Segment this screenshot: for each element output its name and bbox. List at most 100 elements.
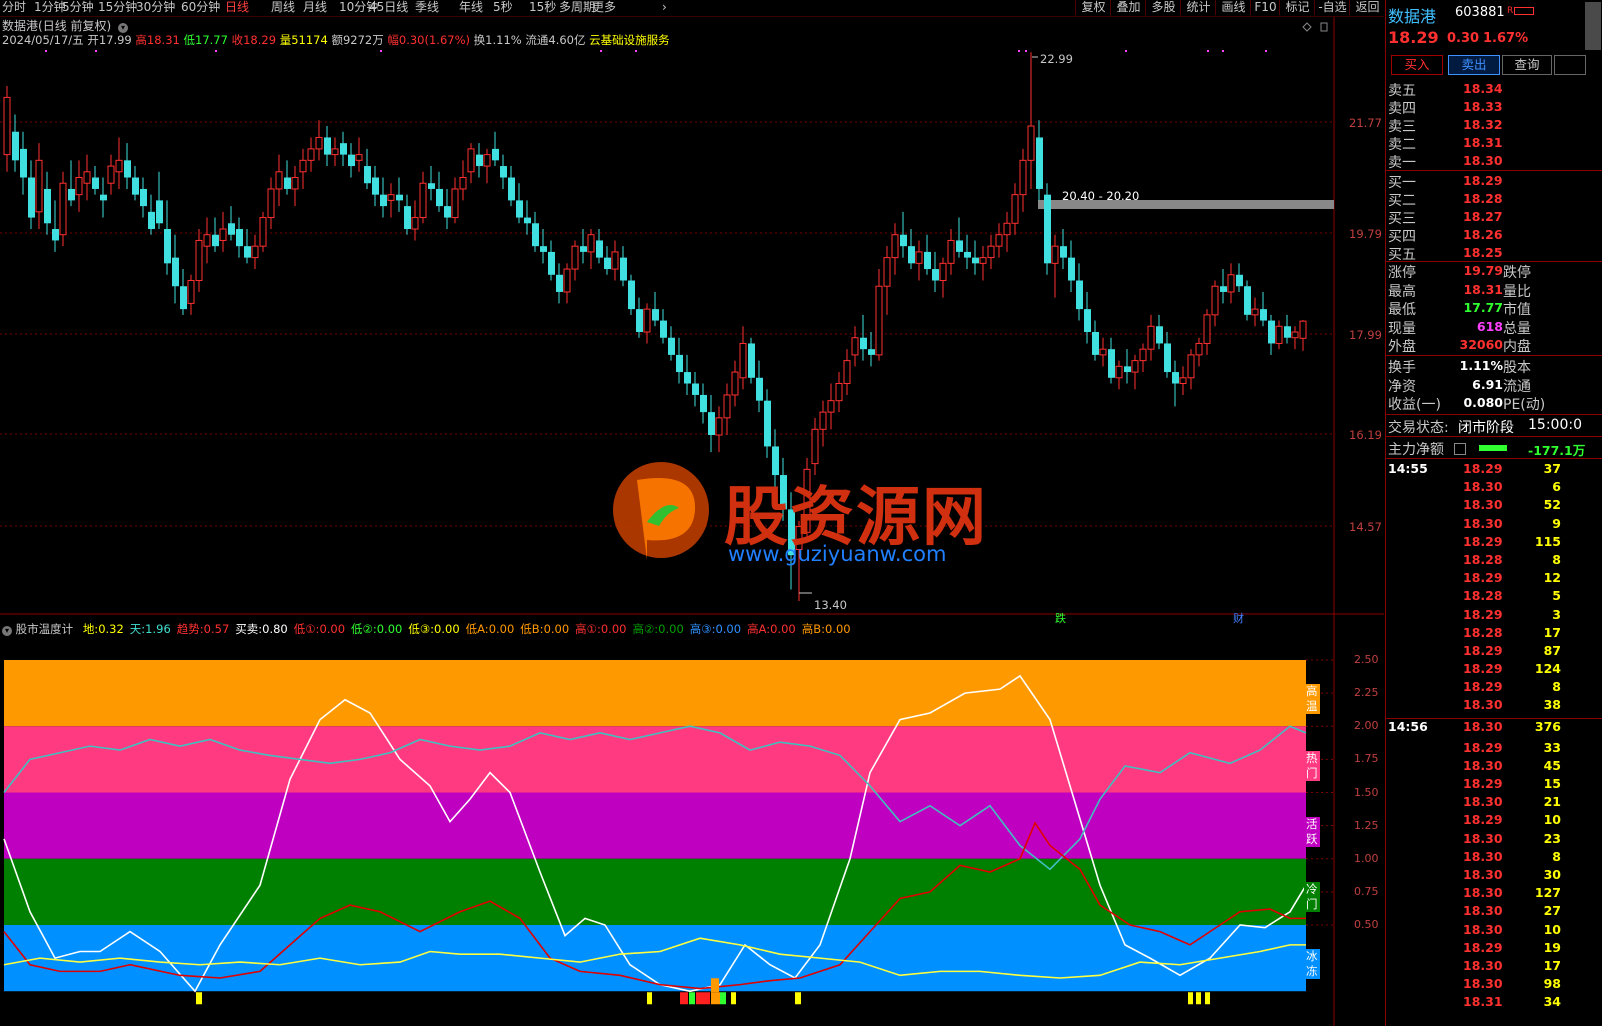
tool-button[interactable]: 返回 bbox=[1349, 0, 1385, 15]
zone-label: 冰冻 bbox=[1304, 949, 1320, 979]
indicator-name[interactable]: 股市温度计 bbox=[16, 622, 74, 636]
more-button[interactable] bbox=[1554, 55, 1586, 75]
divider bbox=[1386, 355, 1602, 356]
tool-button[interactable]: 统计 bbox=[1180, 0, 1216, 15]
stat-label: 换手 bbox=[1388, 360, 1416, 376]
candle-body bbox=[275, 171, 283, 190]
candle-body bbox=[1060, 246, 1067, 258]
zone-label: 热门 bbox=[1304, 751, 1320, 781]
bid-row[interactable]: 买四 18.26 bbox=[1386, 226, 1602, 245]
candle-body bbox=[924, 251, 931, 270]
tool-button[interactable]: 叠加 bbox=[1110, 0, 1146, 15]
tool-button[interactable]: 多股 bbox=[1145, 0, 1181, 15]
candle-body bbox=[868, 349, 875, 355]
ask-row[interactable]: 卖二 18.31 bbox=[1386, 134, 1602, 153]
ask-row[interactable]: 卖一 18.30 bbox=[1386, 152, 1602, 171]
indicator-axis-label: 0.50 bbox=[1354, 918, 1379, 931]
price-axis-label: 17.99 bbox=[1349, 328, 1382, 342]
candle-body bbox=[364, 166, 371, 184]
candle-body bbox=[891, 234, 899, 259]
more-chevron-icon[interactable]: › bbox=[662, 0, 667, 15]
period-tab[interactable]: 15秒 bbox=[529, 0, 556, 15]
bid-book: 买一 18.29 买二 18.28 买三 18.27 买四 18.26 买五 18.25 bbox=[1386, 172, 1602, 263]
tool-button[interactable]: 画线 bbox=[1215, 0, 1251, 15]
tick-row: 14:56 18.30 376 bbox=[1386, 717, 1602, 740]
indicator-collapse-icon[interactable]: ▾ bbox=[2, 626, 12, 636]
candle-body bbox=[964, 251, 971, 258]
period-tab[interactable]: 周线 bbox=[271, 0, 295, 15]
period-tab[interactable]: 5秒 bbox=[493, 0, 513, 15]
ticker-header: 数据港(日线 前复权) ▾ bbox=[2, 19, 129, 33]
tick-row: 14:55 18.29 37 bbox=[1386, 461, 1602, 479]
stat-label: 收益(一) bbox=[1388, 397, 1441, 414]
signal-dot bbox=[45, 50, 47, 52]
candle-body bbox=[59, 182, 67, 236]
tool-button[interactable]: -自选 bbox=[1314, 0, 1350, 15]
panel-scroll-handle[interactable] bbox=[1585, 2, 1601, 50]
period-tab[interactable]: 15分钟 bbox=[98, 0, 137, 15]
event-marker[interactable]: 财 bbox=[1233, 610, 1244, 626]
bid-row[interactable]: 买一 18.29 bbox=[1386, 172, 1602, 191]
period-tab[interactable]: 分时 bbox=[2, 0, 26, 15]
tick-volume: 27 bbox=[1543, 903, 1561, 919]
candle-body bbox=[908, 246, 915, 264]
period-tab[interactable]: 更多 bbox=[592, 0, 616, 15]
bid-row[interactable]: 买二 18.28 bbox=[1386, 190, 1602, 209]
period-tab[interactable]: 45日线 bbox=[369, 0, 408, 15]
period-tab[interactable]: 30分钟 bbox=[136, 0, 175, 15]
period-tab[interactable]: 季线 bbox=[415, 0, 439, 15]
tick-volume: 98 bbox=[1543, 976, 1561, 992]
period-tab[interactable]: 日线 bbox=[225, 0, 249, 15]
tick-volume: 12 bbox=[1543, 570, 1561, 586]
quote-stock-code: 603881 bbox=[1455, 5, 1505, 20]
ask-row[interactable]: 卖三 18.32 bbox=[1386, 116, 1602, 135]
query-button[interactable]: 查询 bbox=[1502, 55, 1552, 75]
indicator-param-label: 高③: bbox=[689, 622, 716, 636]
stat-label: 内盘 bbox=[1503, 339, 1531, 356]
period-tab[interactable]: 多周期 bbox=[559, 0, 595, 15]
period-tab[interactable]: 5分钟 bbox=[62, 0, 94, 15]
period-tab[interactable]: 1分钟 bbox=[34, 0, 66, 15]
candle-body bbox=[956, 240, 963, 252]
order-level-price: 18.25 bbox=[1463, 245, 1503, 260]
buy-button[interactable]: 买入 bbox=[1391, 55, 1443, 75]
watermark-url: www.guziyuanw.com bbox=[728, 542, 947, 566]
period-tab[interactable]: 60分钟 bbox=[181, 0, 220, 15]
range-label: 20.40 - 20.20 bbox=[1062, 189, 1140, 203]
flow-detail-icon[interactable] bbox=[1454, 443, 1466, 455]
ohlc-info-line: 2024/05/17/五 开17.99 高18.31 低17.77 收18.29… bbox=[2, 33, 670, 47]
sell-button[interactable]: 卖出 bbox=[1448, 55, 1500, 75]
candle-body bbox=[340, 143, 347, 155]
ask-row[interactable]: 卖五 18.34 bbox=[1386, 80, 1602, 99]
candle-body bbox=[20, 148, 27, 178]
period-tab[interactable]: 年线 bbox=[459, 0, 483, 15]
amount-value: 9272万 bbox=[342, 33, 384, 47]
quote-price: 18.29 bbox=[1388, 28, 1439, 47]
tick-price: 18.29 bbox=[1463, 606, 1503, 622]
tool-button[interactable]: F10 bbox=[1250, 0, 1280, 15]
sector-name[interactable]: 云基础设施服务 bbox=[589, 33, 670, 47]
tool-button[interactable]: 标记 bbox=[1279, 0, 1315, 15]
collapse-icon[interactable]: ▾ bbox=[118, 23, 129, 33]
tick-price: 18.29 bbox=[1463, 570, 1503, 586]
candle-body bbox=[124, 160, 131, 178]
low-value: 17.77 bbox=[195, 33, 228, 47]
float-value: 4.60亿 bbox=[548, 33, 586, 47]
tool-button[interactable]: 复权 bbox=[1075, 0, 1111, 15]
candle-body bbox=[219, 228, 227, 241]
ask-row[interactable]: 卖四 18.33 bbox=[1386, 98, 1602, 117]
bid-row[interactable]: 买三 18.27 bbox=[1386, 208, 1602, 227]
candle-body bbox=[1051, 245, 1059, 264]
order-level-price: 18.27 bbox=[1463, 209, 1503, 224]
tick-volume: 115 bbox=[1534, 533, 1561, 549]
candle-body bbox=[524, 217, 531, 224]
candle-body bbox=[387, 194, 395, 201]
bid-row[interactable]: 买五 18.25 bbox=[1386, 244, 1602, 263]
event-marker[interactable]: 跌 bbox=[1055, 610, 1066, 626]
candle-body bbox=[1027, 125, 1035, 161]
period-tab[interactable]: 月线 bbox=[303, 0, 327, 15]
tick-list[interactable]: 14:55 18.29 37 18.30 6 18.30 52 18.30 9 18.29 115 1… bbox=[1386, 461, 1602, 1012]
candle-body bbox=[419, 182, 427, 219]
price-axis-label: 21.77 bbox=[1349, 116, 1382, 130]
candle-body bbox=[620, 257, 627, 281]
